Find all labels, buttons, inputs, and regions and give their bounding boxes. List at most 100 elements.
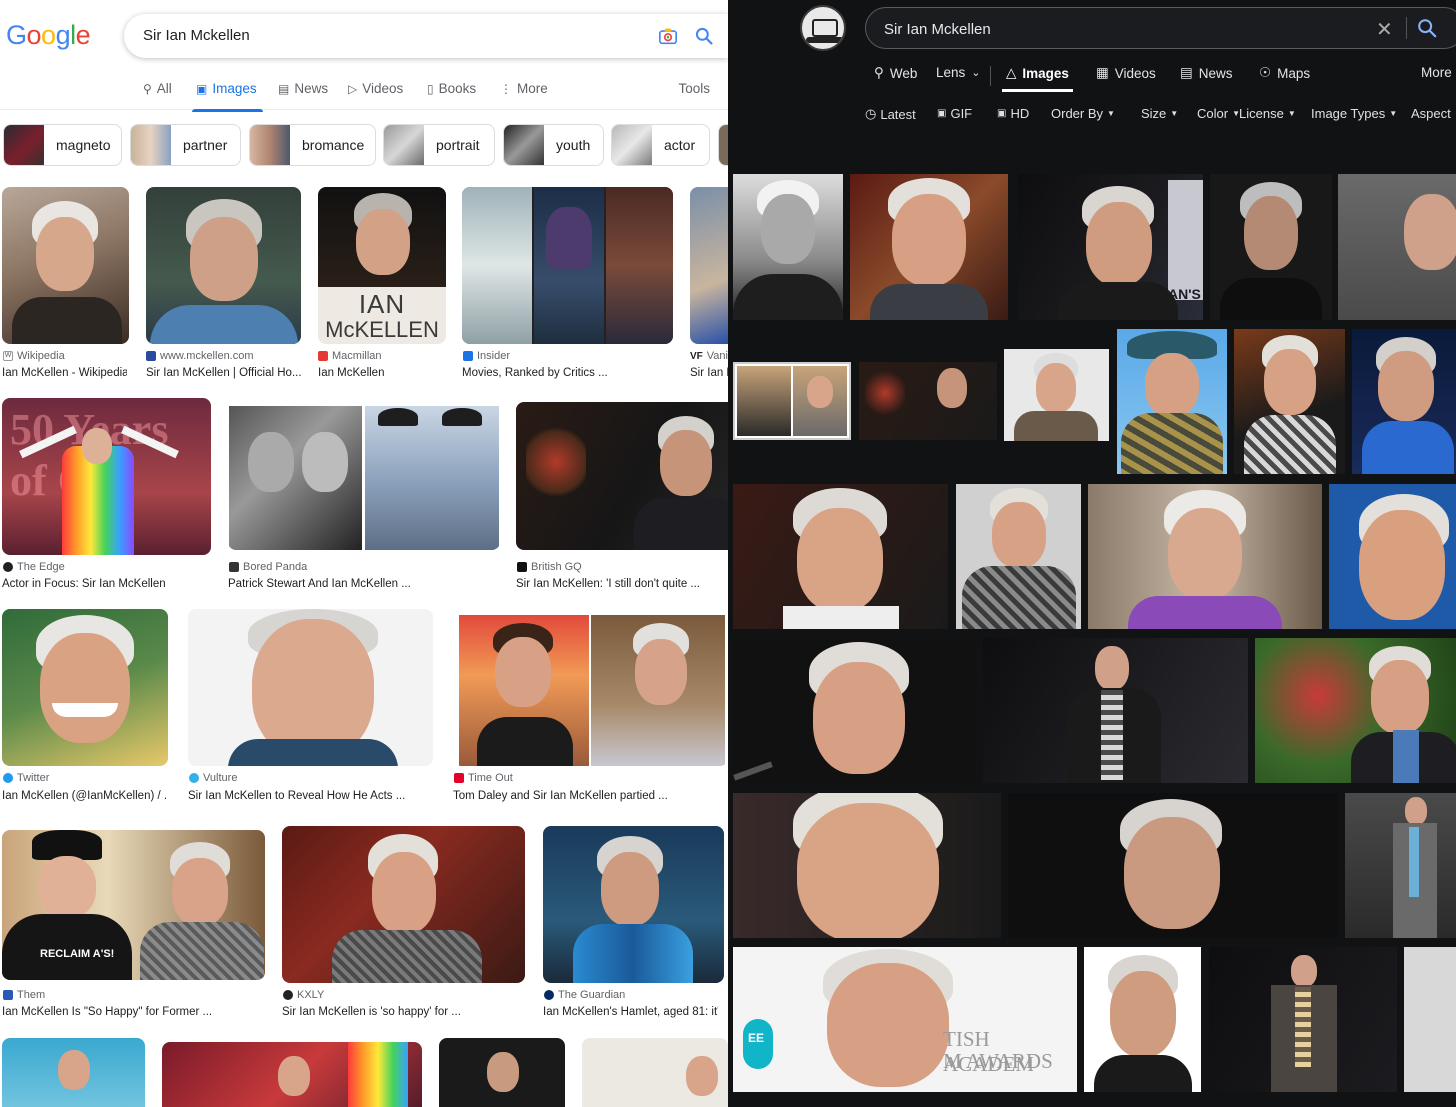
chip-portrait[interactable]: portrait	[383, 124, 495, 166]
result-image[interactable]	[2, 187, 129, 344]
result-image[interactable]	[1084, 947, 1201, 1092]
google-logo[interactable]: Google	[6, 20, 91, 51]
search-bar[interactable]: Sir Ian Mckellen	[124, 14, 728, 58]
chip-bromance[interactable]: bromance	[249, 124, 376, 166]
result-image[interactable]	[733, 638, 976, 783]
tab-more[interactable]: ⋮ More	[500, 81, 548, 96]
tab-videos[interactable]: ▷ Videos	[348, 81, 403, 96]
result-source[interactable]: Them	[3, 989, 45, 1001]
result-caption[interactable]: Actor in Focus: Sir Ian McKellen	[2, 578, 211, 590]
result-image[interactable]	[733, 362, 851, 440]
result-caption[interactable]: Sir Ian McKellen is 'so happy' for ...	[282, 1006, 525, 1018]
result-image[interactable]	[188, 609, 433, 766]
filter-gif[interactable]: ▣ GIF	[937, 106, 972, 121]
result-image[interactable]	[859, 362, 997, 440]
nav-news[interactable]: ▤ News	[1180, 65, 1233, 81]
nav-images[interactable]: △ Images	[1002, 65, 1073, 92]
result-image[interactable]	[516, 402, 728, 550]
result-image[interactable]	[1004, 349, 1109, 441]
result-source[interactable]: Insider	[463, 350, 510, 362]
result-image[interactable]: EE TISH ACADEM M AWARDS	[733, 947, 1077, 1092]
result-image[interactable]	[733, 174, 843, 320]
result-image[interactable]	[690, 187, 728, 344]
result-source[interactable]: Vulture	[189, 772, 237, 784]
filter-image-types[interactable]: Image Types ▼	[1311, 106, 1397, 121]
filter-size[interactable]: Size ▼	[1141, 106, 1178, 121]
result-image[interactable]	[1117, 329, 1227, 474]
result-caption[interactable]: Ian McKellen's Hamlet, aged 81: it'...	[543, 1006, 718, 1018]
result-image[interactable]	[1008, 793, 1338, 938]
result-image[interactable]	[1088, 484, 1322, 629]
result-image[interactable]: 50 Years of Q	[2, 398, 211, 555]
result-image[interactable]: AN'S	[1018, 174, 1203, 320]
result-caption[interactable]: Ian McKellen (@IanMcKellen) / ...	[2, 790, 168, 802]
result-source[interactable]: Bored Panda	[229, 561, 307, 573]
filter-color[interactable]: Color ▼	[1197, 106, 1240, 121]
result-image[interactable]	[850, 174, 1008, 320]
nav-lens[interactable]: Lens ⌄	[936, 65, 981, 80]
result-source[interactable]: VFVanit	[690, 350, 728, 362]
result-source[interactable]: Macmillan	[318, 350, 382, 362]
result-caption[interactable]: Ian McKellen Is "So Happy" for Former ..…	[2, 1006, 265, 1018]
result-image[interactable]	[162, 1042, 422, 1107]
search-bar[interactable]: Sir Ian Mckellen ✕	[865, 7, 1456, 49]
search-input[interactable]: Sir Ian Mckellen	[884, 21, 991, 38]
result-image[interactable]	[146, 187, 301, 344]
result-image[interactable]	[1352, 329, 1456, 474]
result-source[interactable]: Time Out	[454, 772, 513, 784]
camera-icon[interactable]	[658, 27, 678, 45]
result-source[interactable]: The Guardian	[544, 989, 625, 1001]
result-image[interactable]	[582, 1038, 728, 1107]
result-image[interactable]	[983, 638, 1248, 783]
result-image[interactable]	[1210, 174, 1332, 320]
result-image[interactable]	[733, 484, 948, 629]
result-image[interactable]	[462, 187, 673, 344]
filter-aspect[interactable]: Aspect	[1411, 106, 1451, 121]
result-caption[interactable]: Patrick Stewart And Ian McKellen ...	[228, 578, 500, 590]
tools-button[interactable]: Tools	[678, 81, 710, 96]
result-image[interactable]: RECLAIM A'S!	[2, 830, 265, 980]
result-image[interactable]: IAN McKELLEN	[318, 187, 446, 344]
filter-order-by[interactable]: Order By ▼	[1051, 106, 1115, 121]
chip-partner[interactable]: partner	[130, 124, 241, 166]
result-source[interactable]: British GQ	[517, 561, 582, 573]
result-caption[interactable]: Tom Daley and Sir Ian McKellen partied .…	[453, 790, 728, 802]
result-image[interactable]	[543, 826, 724, 983]
filter-hd[interactable]: ▣ HD	[997, 106, 1029, 121]
result-caption[interactable]: Sir Ian McKellen | Official Ho...	[146, 367, 301, 379]
result-caption[interactable]: Sir Ian M	[690, 367, 728, 379]
nav-videos[interactable]: ▦ Videos	[1096, 65, 1156, 81]
filter-latest[interactable]: ◷ Latest	[865, 106, 916, 122]
result-source[interactable]: www.mckellen.com	[146, 350, 254, 362]
filter-license[interactable]: License ▼	[1239, 106, 1296, 121]
search-icon[interactable]	[1416, 17, 1438, 39]
close-icon[interactable]: ✕	[1376, 17, 1393, 42]
result-caption[interactable]: Sir Ian McKellen: 'I still don't quite .…	[516, 578, 728, 590]
result-caption[interactable]: Ian McKellen	[318, 367, 446, 379]
result-image[interactable]	[2, 1038, 145, 1107]
result-image[interactable]	[1255, 638, 1456, 783]
result-source[interactable]: Twitter	[3, 772, 49, 784]
search-input[interactable]: Sir Ian Mckellen	[143, 27, 250, 44]
result-caption[interactable]: Ian McKellen - Wikipedia	[2, 367, 127, 379]
result-image[interactable]	[1329, 484, 1456, 629]
search-icon[interactable]	[694, 26, 714, 46]
tab-images[interactable]: ▣ Images	[192, 81, 263, 112]
result-image[interactable]	[1209, 947, 1397, 1092]
result-caption[interactable]: Sir Ian McKellen to Reveal How He Acts .…	[188, 790, 433, 802]
nav-web[interactable]: ⚲ Web	[874, 65, 917, 81]
result-image[interactable]	[1404, 947, 1456, 1092]
nav-more[interactable]: More	[1421, 65, 1452, 80]
chip-magneto[interactable]: magneto	[3, 124, 122, 166]
result-image[interactable]	[733, 793, 1001, 938]
tab-books[interactable]: ▯ Books	[427, 81, 476, 96]
chip-overflow[interactable]	[718, 124, 728, 166]
result-image[interactable]	[1338, 174, 1456, 320]
result-image[interactable]	[956, 484, 1081, 629]
chip-actor[interactable]: actor	[611, 124, 710, 166]
result-source[interactable]: KXLY	[283, 989, 324, 1001]
result-image[interactable]	[1345, 793, 1456, 938]
result-image[interactable]	[282, 826, 525, 983]
nav-maps[interactable]: ☉ Maps	[1259, 65, 1310, 81]
result-caption[interactable]: Movies, Ranked by Critics ...	[462, 367, 673, 379]
